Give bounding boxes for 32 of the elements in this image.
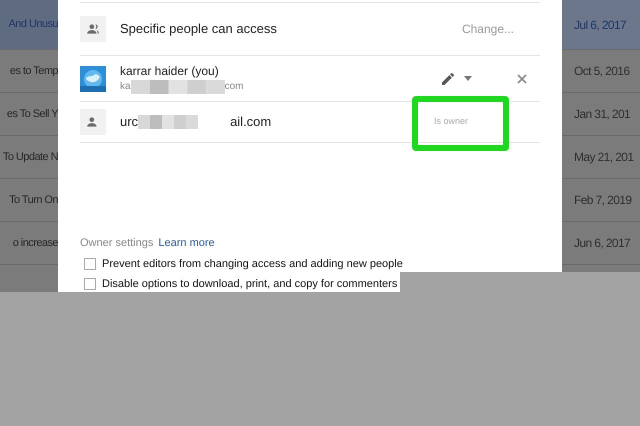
email-end: ail.com [230, 113, 272, 132]
role-label: Is owner [434, 115, 468, 128]
email-start: ka [120, 80, 131, 94]
person-name: karrar haider (you) [120, 63, 220, 79]
file-date: Jan 31, 201 [574, 106, 630, 123]
caret-icon [464, 76, 472, 81]
access-label: Specific people can access [120, 20, 277, 38]
file-title: es To Sell Y [6, 106, 58, 122]
file-date: Oct 5, 2016 [574, 63, 630, 80]
checkbox[interactable] [84, 258, 96, 270]
edit-permission-button[interactable] [440, 70, 472, 86]
learn-more-link[interactable]: Learn more [158, 235, 215, 252]
people-icon [86, 22, 100, 36]
file-date: Jun 6, 2017 [574, 235, 630, 252]
owner-settings-label: Owner settings [80, 236, 154, 251]
option-label: Prevent editors from changing access and adding new people [102, 256, 403, 272]
file-title: To Turn On [9, 192, 58, 208]
redaction-blur [138, 115, 198, 129]
pencil-icon [440, 70, 456, 86]
option-label: Disable options to download, print, and copy for commenters [102, 277, 398, 292]
file-title: And Unusu [8, 17, 58, 32]
file-title: es to Temp [10, 64, 58, 79]
close-icon [517, 74, 527, 84]
file-date: May 21, 201 [574, 149, 634, 166]
email-end: com [224, 80, 244, 94]
email-start: urc [120, 113, 138, 132]
checkbox[interactable] [84, 278, 96, 290]
remove-button[interactable] [516, 72, 528, 84]
file-date: Feb 7, 2019 [574, 192, 632, 209]
file-title: To Update N [2, 150, 58, 165]
file-date: Jul 6, 2017 [574, 16, 626, 34]
file-title: o increase [12, 236, 58, 251]
